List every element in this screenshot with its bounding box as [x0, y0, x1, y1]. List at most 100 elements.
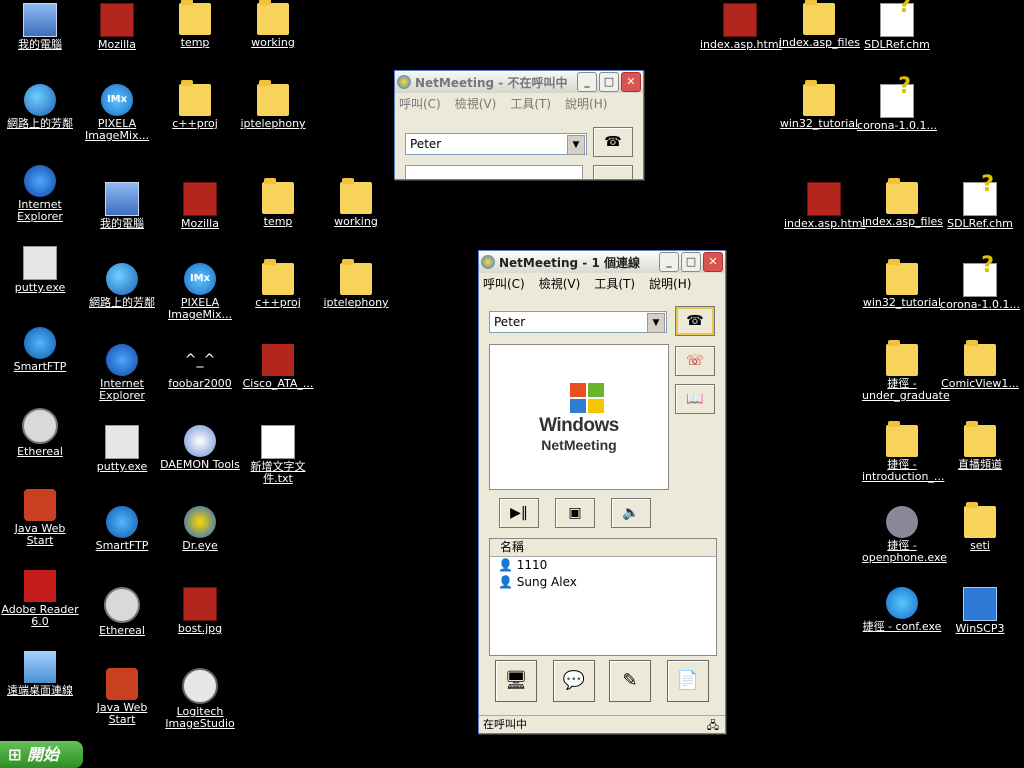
place-call-button[interactable]: ☎: [675, 306, 715, 336]
menu-call[interactable]: 呼叫(C): [483, 275, 525, 292]
desktop-icon[interactable]: Ethereal: [82, 587, 162, 637]
desktop-icon[interactable]: ComicView1...: [940, 340, 1020, 390]
desktop-icon[interactable]: 捷徑 - under_graduate: [862, 340, 950, 402]
desktop-icon[interactable]: putty.exe: [0, 246, 80, 294]
window-titlebar[interactable]: NetMeeting - 1 個連線 _ □ ✕: [479, 251, 725, 273]
desktop-icon[interactable]: c++proj: [238, 259, 318, 309]
desktop-icon[interactable]: Cisco_ATA_...: [238, 344, 318, 390]
desktop-icon[interactable]: Mozilla: [77, 3, 157, 51]
desktop-icon[interactable]: Dr.eye: [160, 506, 240, 552]
desktop-icon[interactable]: win32_tutorial: [779, 80, 859, 130]
netmeeting-window-background[interactable]: NetMeeting - 不在呼叫中 _ □ ✕ 呼叫(C) 檢視(V) 工具(…: [394, 70, 644, 180]
desktop-icon[interactable]: SmartFTP: [82, 506, 162, 552]
netmeeting-window[interactable]: NetMeeting - 1 個連線 _ □ ✕ 呼叫(C) 檢視(V) 工具(…: [478, 250, 726, 734]
menu-view[interactable]: 檢視(V): [455, 95, 497, 112]
imagemix-icon: IMx: [184, 263, 216, 295]
chat-button[interactable]: 💬: [553, 660, 595, 702]
start-video-button[interactable]: ▶‖: [499, 498, 539, 528]
desktop-icon[interactable]: 捷徑 - introduction_...: [862, 421, 944, 483]
list-item[interactable]: 👤 1110: [490, 557, 716, 574]
window-titlebar[interactable]: NetMeeting - 不在呼叫中 _ □ ✕: [395, 71, 643, 93]
maximize-button[interactable]: □: [681, 252, 701, 272]
desktop-icon[interactable]: working: [316, 178, 396, 228]
desktop-icon[interactable]: index.asp.html: [784, 182, 866, 230]
participants-list[interactable]: 名稱 👤 1110 👤 Sung Alex: [489, 538, 717, 656]
desktop-icon[interactable]: 遠端桌面連線: [0, 651, 80, 697]
start-button[interactable]: ⊞ 開始: [0, 741, 83, 768]
desktop-icon[interactable]: IMx PIXELA ImageMix...: [160, 263, 240, 321]
mozilla-icon: [183, 182, 217, 216]
close-button[interactable]: ✕: [703, 252, 723, 272]
desktop-icon[interactable]: working: [233, 0, 313, 49]
column-header-name[interactable]: 名稱: [490, 539, 716, 557]
minimize-button[interactable]: _: [659, 252, 679, 272]
hang-up-button[interactable]: [593, 165, 633, 179]
directory-button[interactable]: 📖: [675, 384, 715, 414]
desktop-icon[interactable]: Java Web Start: [82, 668, 162, 726]
desktop-icon[interactable]: temp: [238, 178, 318, 228]
desktop-icon[interactable]: seti: [940, 502, 1020, 552]
desktop-icon[interactable]: iptelephony: [316, 259, 396, 309]
volume-button[interactable]: 🔈: [611, 498, 651, 528]
desktop-icon[interactable]: 捷徑 - conf.exe: [862, 587, 942, 633]
desktop-icon[interactable]: temp: [155, 0, 235, 49]
desktop-icon[interactable]: 網路上的芳鄰: [82, 263, 162, 309]
share-icon: 🖥: [504, 670, 528, 691]
desktop-icon[interactable]: 新增文字文件.txt: [238, 425, 318, 485]
desktop-icon[interactable]: 我的電腦: [0, 3, 80, 51]
chevron-down-icon[interactable]: ▼: [647, 313, 665, 333]
desktop-icon[interactable]: bost.jpg: [160, 587, 240, 635]
desktop-icon[interactable]: 直播頻道: [940, 421, 1020, 471]
desktop-icon[interactable]: IMx PIXELA ImageMix...: [77, 84, 157, 142]
desktop-icon[interactable]: WinSCP3: [940, 587, 1020, 635]
desktop-icon[interactable]: putty.exe: [82, 425, 162, 473]
desktop-icon[interactable]: 我的電腦: [82, 182, 162, 230]
menu-help[interactable]: 說明(H): [649, 275, 691, 292]
dreye-icon: [184, 506, 216, 538]
address-combobox[interactable]: Peter ▼: [405, 133, 587, 155]
maximize-button[interactable]: □: [599, 72, 619, 92]
desktop-icon[interactable]: win32_tutorial: [862, 259, 942, 309]
picture-in-picture-button[interactable]: ▣: [555, 498, 595, 528]
desktop-icon[interactable]: corona-1.0.1...: [940, 260, 1020, 311]
desktop-icon[interactable]: index.asp.html: [700, 3, 782, 51]
menu-view[interactable]: 檢視(V): [539, 275, 581, 292]
whiteboard-button[interactable]: ✎: [609, 660, 651, 702]
chevron-down-icon[interactable]: ▼: [567, 135, 585, 155]
address-combobox[interactable]: Peter ▼: [489, 311, 667, 333]
list-item[interactable]: 👤 Sung Alex: [490, 574, 716, 591]
folder-icon: [964, 421, 996, 457]
daemon-tools-icon: [184, 425, 216, 457]
menu-call[interactable]: 呼叫(C): [399, 95, 441, 112]
minimize-button[interactable]: _: [577, 72, 597, 92]
menu-tools[interactable]: 工具(T): [510, 95, 551, 112]
desktop-icon[interactable]: Logitech ImageStudio: [160, 668, 240, 730]
chat-icon: 💬: [562, 670, 586, 691]
desktop-icon[interactable]: iptelephony: [233, 80, 313, 130]
desktop-icon[interactable]: c++proj: [155, 80, 235, 130]
desktop-icon[interactable]: Ethereal: [0, 408, 80, 458]
close-button[interactable]: ✕: [621, 72, 641, 92]
desktop-icon[interactable]: index.asp_files: [779, 0, 860, 49]
desktop-icon[interactable]: Internet Explorer: [0, 165, 80, 223]
desktop-icon[interactable]: SmartFTP: [0, 327, 80, 373]
desktop-icon[interactable]: corona-1.0.1...: [857, 81, 937, 132]
desktop-icon[interactable]: Internet Explorer: [82, 344, 162, 402]
desktop-icon[interactable]: Java Web Start: [0, 489, 80, 547]
end-call-button[interactable]: ☏: [675, 346, 715, 376]
desktop-icon[interactable]: SDLRef.chm: [940, 179, 1020, 230]
share-program-button[interactable]: 🖥: [495, 660, 537, 702]
menu-tools[interactable]: 工具(T): [594, 275, 635, 292]
desktop-icon[interactable]: 網路上的芳鄰: [0, 84, 80, 130]
desktop-icon[interactable]: DAEMON Tools: [160, 425, 240, 471]
desktop-icon[interactable]: Adobe Reader 6.0: [0, 570, 80, 628]
desktop-icon[interactable]: ^_^ foobar2000: [160, 344, 240, 390]
folder-icon: [257, 0, 289, 35]
menu-help[interactable]: 說明(H): [565, 95, 607, 112]
place-call-button[interactable]: ☎: [593, 127, 633, 157]
desktop-icon[interactable]: Mozilla: [160, 182, 240, 230]
desktop-icon[interactable]: 捷徑 - openphone.exe: [862, 506, 947, 564]
desktop-icon[interactable]: index.asp_files: [862, 178, 943, 228]
desktop-icon[interactable]: SDLRef.chm: [857, 0, 937, 51]
file-transfer-button[interactable]: 📄: [667, 660, 709, 702]
